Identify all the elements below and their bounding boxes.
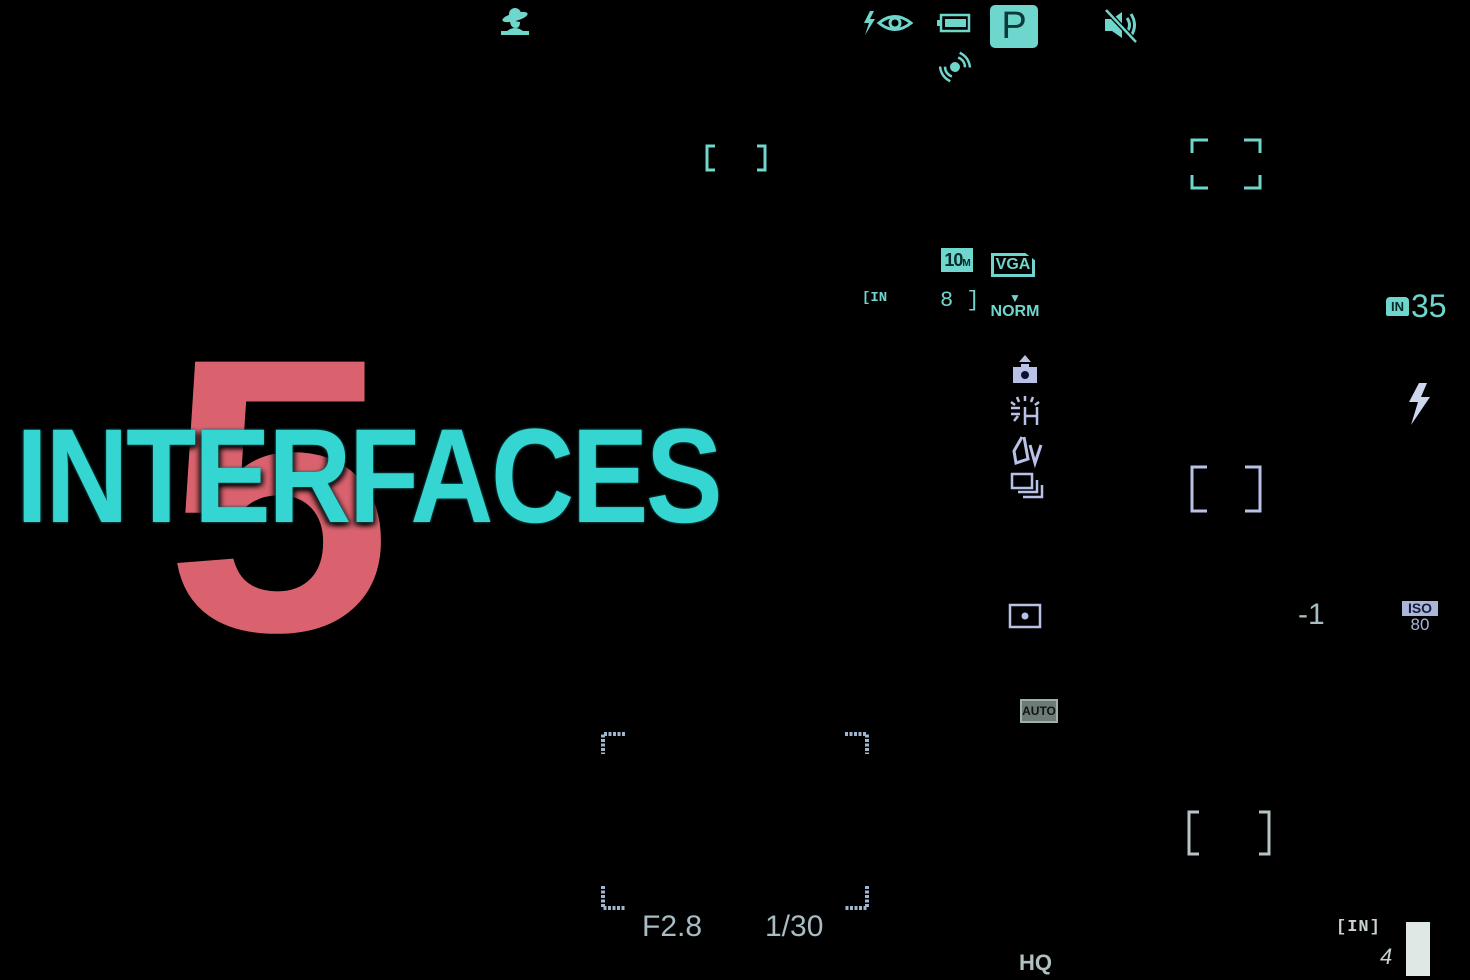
image-size-suffix: M — [962, 258, 970, 269]
shooting-mode-badge[interactable]: P — [990, 5, 1038, 48]
memory-count: 4 — [1380, 944, 1393, 969]
flash-icon[interactable] — [1405, 382, 1433, 426]
iso-indicator[interactable]: ISO 80 — [1402, 601, 1438, 634]
vibration-icon — [938, 50, 972, 84]
movie-size-badge[interactable]: VGA — [991, 253, 1035, 277]
quality-indicator[interactable]: ▼ NORM — [990, 292, 1040, 320]
internal-memory-icon: IN — [1386, 297, 1409, 316]
white-balance-fluorescent-icon[interactable] — [1008, 395, 1044, 427]
auto-iso-badge[interactable]: AUTO — [1020, 699, 1058, 723]
af-frame-top-left — [705, 144, 767, 172]
camera-up-icon[interactable] — [1012, 355, 1038, 385]
af-frame-center-dotted — [600, 731, 870, 911]
spot-metering-icon[interactable] — [1008, 603, 1042, 629]
continuous-shooting-icon[interactable] — [1010, 472, 1044, 500]
shots-remaining: 8 ] — [940, 288, 980, 313]
quality-label: NORM — [990, 303, 1040, 320]
iso-value: 80 — [1410, 615, 1430, 634]
aperture-value: F2.8 — [642, 910, 703, 943]
red-eye-flash-icon[interactable] — [862, 10, 914, 36]
internal-memory-count: IN 35 — [1386, 288, 1447, 325]
image-size-value: 10 — [944, 250, 963, 270]
remaining-count: 35 — [1411, 288, 1447, 324]
bracket-ev-icon[interactable] — [1010, 435, 1046, 469]
shutter-speed: 1/30 — [765, 910, 824, 943]
af-frame-mid-right — [1190, 465, 1262, 513]
internal-memory-label: [IN] — [1336, 918, 1381, 937]
iso-label: ISO — [1402, 601, 1438, 616]
quality-mode: HQ — [1019, 950, 1052, 975]
memory-left-label: [IN — [862, 290, 888, 306]
scene-portrait-icon[interactable] — [498, 6, 534, 38]
exposure-compensation[interactable]: -1 — [1298, 598, 1325, 632]
memory-level-bar — [1406, 922, 1430, 976]
sound-muted-icon[interactable] — [1102, 8, 1142, 44]
image-size-badge[interactable]: 10M — [941, 248, 973, 272]
logo-word: INTERFACES — [16, 402, 723, 551]
af-frame-bottom-right — [1187, 810, 1271, 856]
battery-icon — [937, 13, 971, 33]
af-frame-top-right — [1190, 138, 1262, 190]
